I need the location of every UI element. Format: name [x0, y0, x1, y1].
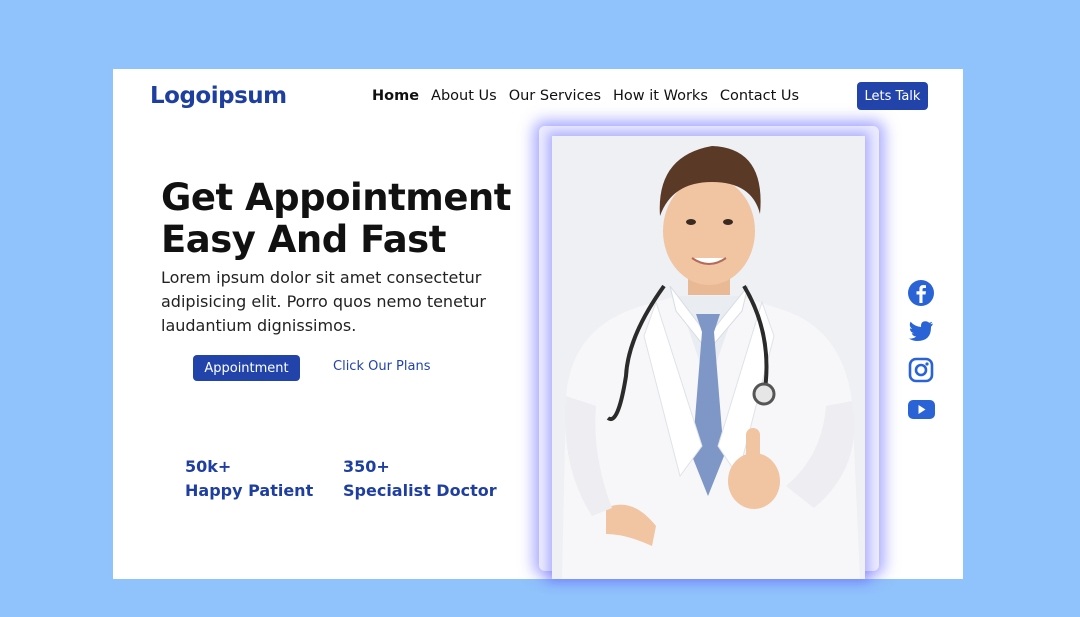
- instagram-icon[interactable]: [907, 357, 935, 383]
- hero-title: Get Appointment Easy And Fast: [161, 177, 511, 261]
- nav-item-about-us[interactable]: About Us: [431, 88, 497, 104]
- doctor-illustration: [562, 146, 860, 579]
- hero-title-line2: Easy And Fast: [161, 218, 446, 261]
- stat-specialist-doctor: 350+ Specialist Doctor: [343, 455, 497, 503]
- brand-logo[interactable]: Logoipsum: [150, 83, 287, 109]
- doctor-photo: [552, 136, 865, 579]
- nav-item-contact-us[interactable]: Contact Us: [720, 88, 799, 104]
- social-links: [907, 279, 935, 422]
- youtube-icon[interactable]: [907, 396, 935, 422]
- stat-label: Happy Patient: [185, 481, 314, 500]
- main-nav: Home About Us Our Services How it Works …: [372, 88, 799, 104]
- nav-item-how-it-works[interactable]: How it Works: [613, 88, 708, 104]
- stat-value: 50k+: [185, 457, 232, 476]
- stat-value: 350+: [343, 457, 390, 476]
- nav-item-home[interactable]: Home: [372, 88, 419, 104]
- twitter-icon[interactable]: [907, 318, 935, 344]
- hero-description: Lorem ipsum dolor sit amet consectetur a…: [161, 268, 486, 335]
- lets-talk-button[interactable]: Lets Talk: [857, 82, 928, 110]
- stat-happy-patient: 50k+ Happy Patient: [185, 455, 313, 503]
- facebook-icon[interactable]: [907, 279, 935, 306]
- click-our-plans-link[interactable]: Click Our Plans: [333, 359, 431, 374]
- landing-card: Logoipsum Home About Us Our Services How…: [113, 69, 963, 579]
- appointment-button[interactable]: Appointment: [193, 355, 300, 381]
- hero-title-line1: Get Appointment: [161, 176, 511, 219]
- nav-item-our-services[interactable]: Our Services: [509, 88, 601, 104]
- stat-label: Specialist Doctor: [343, 481, 497, 500]
